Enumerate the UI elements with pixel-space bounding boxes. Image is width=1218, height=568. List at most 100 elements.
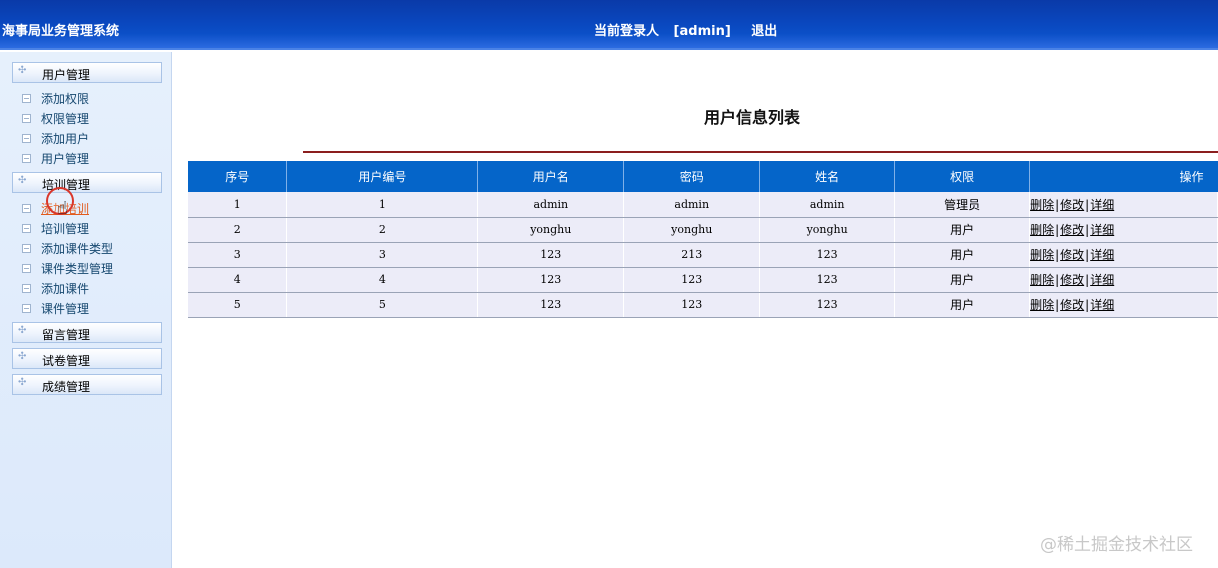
cell-actions: 删除|修改|详细 bbox=[1029, 267, 1218, 293]
cell-name: admin bbox=[759, 192, 896, 218]
detail-link[interactable]: 详细 bbox=[1090, 223, 1114, 237]
table-row: 1 1 admin admin admin 管理员 删除|修改|详细 bbox=[188, 192, 1218, 218]
cell-password: 123 bbox=[623, 292, 761, 318]
col-header-seq: 序号 bbox=[188, 161, 288, 192]
cell-actions: 删除|修改|详细 bbox=[1029, 192, 1218, 218]
cell-username: 123 bbox=[477, 292, 625, 318]
edit-link[interactable]: 修改 bbox=[1060, 223, 1084, 237]
cell-name: yonghu bbox=[759, 217, 896, 243]
col-header-password: 密码 bbox=[623, 161, 761, 192]
expand-icon: ✣ bbox=[18, 377, 27, 388]
cell-username: 123 bbox=[477, 267, 625, 293]
cell-role: 管理员 bbox=[894, 192, 1031, 218]
sidebar-group-label: 留言管理 bbox=[42, 328, 91, 342]
logout-link[interactable]: 退出 bbox=[751, 24, 777, 39]
cell-name: 123 bbox=[759, 242, 896, 268]
sidebar-item-add-user[interactable]: 添加用户 bbox=[22, 130, 89, 148]
item-bullet-icon bbox=[22, 244, 31, 253]
edit-link[interactable]: 修改 bbox=[1060, 273, 1084, 287]
cell-seq: 3 bbox=[188, 242, 288, 268]
cell-role: 用户 bbox=[894, 267, 1031, 293]
sidebar-item-permission-manage[interactable]: 权限管理 bbox=[22, 110, 89, 128]
sidebar-group-training[interactable]: ✣ 培训管理 bbox=[12, 172, 162, 193]
col-header-actions: 操作 bbox=[1029, 161, 1218, 192]
sidebar-item-course-manage[interactable]: 课件管理 bbox=[22, 300, 89, 318]
cell-name: 123 bbox=[759, 292, 896, 318]
item-bullet-icon bbox=[22, 94, 31, 103]
cell-code: 2 bbox=[286, 217, 479, 243]
detail-link[interactable]: 详细 bbox=[1090, 198, 1114, 212]
cell-username: admin bbox=[477, 192, 625, 218]
sidebar-item-user-manage[interactable]: 用户管理 bbox=[22, 150, 89, 168]
cell-seq: 1 bbox=[188, 192, 288, 218]
app-title: 海事局业务管理系统 bbox=[2, 24, 120, 39]
app-header: 海事局业务管理系统 当前登录人 [admin] 退出 bbox=[0, 0, 1218, 50]
sidebar-group-label: 成绩管理 bbox=[42, 380, 91, 394]
table-header: 序号 用户编号 用户名 密码 姓名 权限 操作 bbox=[188, 161, 1218, 192]
col-header-role: 权限 bbox=[894, 161, 1031, 192]
cell-name: 123 bbox=[759, 267, 896, 293]
sidebar-group-score[interactable]: ✣ 成绩管理 bbox=[12, 374, 162, 395]
title-divider bbox=[303, 151, 1218, 153]
sidebar: ✣ 用户管理 添加权限 权限管理 添加用户 用户管理 ✣ 培训管理 添加培训 培… bbox=[0, 52, 172, 568]
hand-cursor-icon: ☝ bbox=[57, 198, 68, 219]
item-bullet-icon bbox=[22, 204, 31, 213]
sidebar-group-user[interactable]: ✣ 用户管理 bbox=[12, 62, 162, 83]
sidebar-group-label: 试卷管理 bbox=[42, 354, 91, 368]
sidebar-item-course-type-manage[interactable]: 课件类型管理 bbox=[22, 260, 113, 278]
item-bullet-icon bbox=[22, 284, 31, 293]
item-bullet-icon bbox=[22, 224, 31, 233]
delete-link[interactable]: 删除 bbox=[1030, 248, 1054, 262]
cell-role: 用户 bbox=[894, 292, 1031, 318]
cell-code: 3 bbox=[286, 242, 479, 268]
edit-link[interactable]: 修改 bbox=[1060, 298, 1084, 312]
cell-role: 用户 bbox=[894, 217, 1031, 243]
edit-link[interactable]: 修改 bbox=[1060, 248, 1084, 262]
col-header-username: 用户名 bbox=[477, 161, 625, 192]
table-row: 3 3 123 213 123 用户 删除|修改|详细 bbox=[188, 242, 1218, 268]
expand-icon: ✣ bbox=[18, 351, 27, 362]
cell-seq: 2 bbox=[188, 217, 288, 243]
cell-seq: 5 bbox=[188, 292, 288, 318]
sidebar-item-add-permission[interactable]: 添加权限 bbox=[22, 90, 89, 108]
watermark: @稀土掘金技术社区 bbox=[1040, 535, 1193, 555]
cell-code: 1 bbox=[286, 192, 479, 218]
item-bullet-icon bbox=[22, 114, 31, 123]
edit-link[interactable]: 修改 bbox=[1060, 198, 1084, 212]
table-row: 5 5 123 123 123 用户 删除|修改|详细 bbox=[188, 292, 1218, 318]
cell-seq: 4 bbox=[188, 267, 288, 293]
detail-link[interactable]: 详细 bbox=[1090, 248, 1114, 262]
delete-link[interactable]: 删除 bbox=[1030, 198, 1054, 212]
delete-link[interactable]: 删除 bbox=[1030, 298, 1054, 312]
detail-link[interactable]: 详细 bbox=[1090, 298, 1114, 312]
login-label: 当前登录人 bbox=[594, 24, 660, 39]
item-bullet-icon bbox=[22, 134, 31, 143]
cell-username: 123 bbox=[477, 242, 625, 268]
cell-role: 用户 bbox=[894, 242, 1031, 268]
detail-link[interactable]: 详细 bbox=[1090, 273, 1114, 287]
col-header-code: 用户编号 bbox=[286, 161, 479, 192]
delete-link[interactable]: 删除 bbox=[1030, 273, 1054, 287]
cell-actions: 删除|修改|详细 bbox=[1029, 242, 1218, 268]
sidebar-item-training-manage[interactable]: 培训管理 bbox=[22, 220, 89, 238]
table-row: 2 2 yonghu yonghu yonghu 用户 删除|修改|详细 bbox=[188, 217, 1218, 243]
sidebar-group-message[interactable]: ✣ 留言管理 bbox=[12, 322, 162, 343]
expand-icon: ✣ bbox=[18, 175, 27, 186]
cell-actions: 删除|修改|详细 bbox=[1029, 217, 1218, 243]
user-table: 序号 用户编号 用户名 密码 姓名 权限 操作 1 1 admin admin … bbox=[188, 161, 1218, 318]
login-user: [admin] bbox=[673, 24, 731, 39]
col-header-name: 姓名 bbox=[759, 161, 896, 192]
cell-actions: 删除|修改|详细 bbox=[1029, 292, 1218, 318]
login-info: 当前登录人 [admin] 退出 bbox=[594, 20, 787, 39]
table-row: 4 4 123 123 123 用户 删除|修改|详细 bbox=[188, 267, 1218, 293]
page-title: 用户信息列表 bbox=[704, 108, 801, 127]
cell-code: 4 bbox=[286, 267, 479, 293]
sidebar-item-add-course[interactable]: 添加课件 bbox=[22, 280, 89, 298]
sidebar-group-exam[interactable]: ✣ 试卷管理 bbox=[12, 348, 162, 369]
cell-password: 213 bbox=[623, 242, 761, 268]
cell-password: yonghu bbox=[623, 217, 761, 243]
sidebar-item-add-course-type[interactable]: 添加课件类型 bbox=[22, 240, 113, 258]
item-bullet-icon bbox=[22, 264, 31, 273]
delete-link[interactable]: 删除 bbox=[1030, 223, 1054, 237]
cell-username: yonghu bbox=[477, 217, 625, 243]
